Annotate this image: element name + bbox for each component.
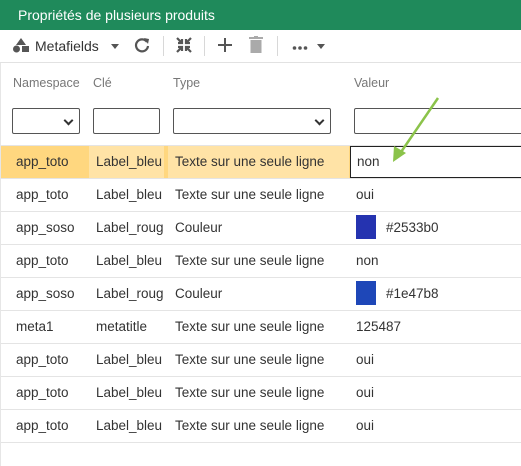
column-header-value[interactable]: Valeur: [354, 76, 389, 90]
key-filter-input[interactable]: [93, 108, 160, 134]
namespace-filter-select[interactable]: [12, 108, 80, 134]
color-hex: #2533b0: [386, 220, 439, 235]
cell-namespace[interactable]: app_toto: [16, 245, 91, 277]
add-icon: [217, 37, 233, 56]
table-row[interactable]: app_soso Label_rouge Couleur #1e47b8: [1, 277, 521, 310]
table-row[interactable]: app_toto Label_bleu Texte sur une seule li…: [1, 244, 521, 277]
table-row[interactable]: app_toto Label_bleu Texte sur une seule li…: [1, 343, 521, 376]
collapse-button[interactable]: [175, 36, 193, 57]
cell-type[interactable]: Texte sur une seule ligne: [175, 245, 347, 277]
column-header-key[interactable]: Clé: [93, 76, 112, 90]
delete-icon: [248, 36, 263, 56]
cell-key[interactable]: Label_bleu: [96, 410, 164, 442]
cell-type[interactable]: Texte sur une seule ligne: [175, 311, 347, 343]
value-filter-input[interactable]: [354, 108, 521, 134]
table-row[interactable]: meta1 metatitle Texte sur une seule ligne 1…: [1, 310, 521, 343]
color-swatch: [356, 215, 376, 240]
cell-type[interactable]: Texte sur une seule ligne: [175, 410, 347, 442]
toolbar-divider: [162, 36, 164, 56]
table-row[interactable]: app_toto Label_bleu Texte sur une seule li…: [1, 376, 521, 409]
cell-type[interactable]: Couleur: [175, 212, 347, 244]
cell-namespace[interactable]: app_toto: [16, 377, 91, 409]
cell-type[interactable]: Texte sur une seule ligne: [175, 377, 347, 409]
cell-value[interactable]: oui: [356, 179, 521, 211]
cell-key[interactable]: Label_rouge: [96, 212, 164, 244]
type-filter-select[interactable]: [173, 108, 331, 134]
cell-value[interactable]: oui: [356, 344, 521, 376]
cell-namespace[interactable]: app_toto: [16, 179, 91, 211]
cell-key[interactable]: Label_bleu: [96, 179, 164, 211]
cell-value[interactable]: oui: [356, 377, 521, 409]
cell-value[interactable]: oui: [356, 410, 521, 442]
chevron-down-icon: [110, 43, 119, 49]
cell-value[interactable]: #2533b0: [356, 212, 521, 244]
table-row[interactable]: app_toto Label_bleu Texte sur une seule li…: [1, 145, 521, 178]
more-menu-button[interactable]: [292, 39, 325, 54]
color-hex: #1e47b8: [386, 286, 439, 301]
metafields-label: Metafields: [35, 38, 99, 54]
cell-namespace[interactable]: app_toto: [16, 146, 91, 178]
table-row[interactable]: app_toto Label_bleu Texte sur une seule li…: [1, 409, 521, 442]
cell-type[interactable]: Texte sur une seule ligne: [175, 179, 347, 211]
cell-type[interactable]: Texte sur une seule ligne: [175, 344, 347, 376]
cell-namespace[interactable]: app_toto: [16, 410, 91, 442]
cell-type[interactable]: Couleur: [175, 278, 347, 310]
cell-type[interactable]: Texte sur une seule ligne: [168, 146, 349, 178]
cell-key[interactable]: metatitle: [96, 311, 164, 343]
add-button[interactable]: [217, 37, 233, 56]
cell-key[interactable]: Label_bleu: [96, 245, 164, 277]
cell-namespace[interactable]: app_soso: [16, 278, 91, 310]
grid-end-divider: [1, 442, 521, 443]
cell-namespace[interactable]: app_soso: [16, 212, 91, 244]
color-swatch: [356, 281, 376, 306]
cell-key[interactable]: Label_rouge: [96, 278, 164, 310]
metafields-grid: Namespace Clé Type Valeur app_toto Label_…: [0, 63, 521, 466]
cell-value[interactable]: 125487: [356, 311, 521, 343]
cell-value[interactable]: non: [356, 245, 521, 277]
refresh-button[interactable]: [133, 36, 151, 57]
more-icon: [292, 39, 308, 54]
table-row[interactable]: app_soso Label_rouge Couleur #2533b0: [1, 211, 521, 244]
window-title-bar: Propriétés de plusieurs produits: [0, 0, 521, 30]
refresh-icon: [133, 36, 151, 57]
table-row[interactable]: app_toto Label_bleu Texte sur une seule li…: [1, 178, 521, 211]
value-edit-input[interactable]: non: [350, 146, 521, 178]
toolbar-divider: [203, 36, 205, 56]
toolbar-divider: [276, 36, 278, 56]
grid-header: Namespace Clé Type Valeur: [1, 63, 521, 145]
collapse-icon: [175, 36, 193, 57]
cell-value[interactable]: #1e47b8: [356, 278, 521, 310]
cell-namespace[interactable]: meta1: [16, 311, 91, 343]
metafields-menu-button[interactable]: Metafields: [12, 37, 119, 56]
column-header-namespace[interactable]: Namespace: [13, 76, 80, 90]
shapes-icon: [12, 37, 30, 56]
chevron-down-icon: [316, 43, 325, 49]
cell-key[interactable]: Label_bleu: [96, 344, 164, 376]
cell-namespace[interactable]: app_toto: [16, 344, 91, 376]
window-title: Propriétés de plusieurs produits: [18, 7, 215, 23]
toolbar: Metafields: [0, 30, 521, 63]
delete-button[interactable]: [248, 36, 263, 56]
column-header-type[interactable]: Type: [173, 76, 200, 90]
cell-key[interactable]: Label_bleu: [89, 146, 164, 178]
cell-key[interactable]: Label_bleu: [96, 377, 164, 409]
